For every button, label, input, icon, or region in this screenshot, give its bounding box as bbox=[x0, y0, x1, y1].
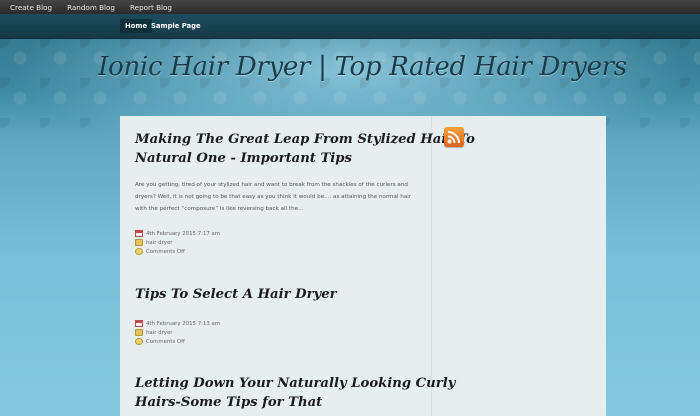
site-title[interactable]: Ionic Hair Dryer | Top Rated Hair Dryers bbox=[0, 52, 700, 82]
post-category-link[interactable]: hair dryer bbox=[146, 330, 173, 336]
calendar-icon bbox=[135, 230, 143, 237]
post-date: 4th February 2015 7:17 am bbox=[146, 230, 221, 237]
post-title[interactable]: Tips To Select A Hair Dryer bbox=[135, 285, 337, 304]
content-area: Making The Great Leap From Stylized Hair… bbox=[120, 116, 606, 416]
post-category-link[interactable]: hair dryer bbox=[146, 240, 173, 246]
post-title-continued[interactable]: Natural One - Important Tips bbox=[135, 149, 352, 168]
post-list: Making The Great Leap From Stylized Hair… bbox=[120, 116, 475, 416]
main-navigation: Home Sample Page bbox=[0, 14, 700, 39]
post-meta: 4th February 2015 7:17 am hair dryer Com… bbox=[135, 229, 220, 256]
rss-feed-icon[interactable] bbox=[444, 127, 464, 147]
post-excerpt: Are you getting, tired of your stylized … bbox=[135, 182, 412, 212]
admin-bar: Create Blog Random Blog Report Blog bbox=[0, 0, 700, 14]
rss-glyph bbox=[447, 131, 460, 144]
folder-icon bbox=[135, 239, 143, 246]
sidebar bbox=[432, 116, 606, 416]
post-title[interactable]: Letting Down Your Naturally Looking Curl… bbox=[135, 374, 455, 393]
post-title-continued[interactable]: Hairs-Some Tips for That bbox=[135, 393, 322, 412]
post-comments: Comments Off bbox=[146, 338, 185, 345]
comment-icon bbox=[135, 338, 143, 345]
report-blog-link[interactable]: Report Blog bbox=[130, 3, 172, 12]
post-title[interactable]: Making The Great Leap From Stylized Hair… bbox=[135, 130, 475, 149]
folder-icon bbox=[135, 329, 143, 336]
comment-icon bbox=[135, 248, 143, 255]
nav-sample-page[interactable]: Sample Page bbox=[146, 19, 206, 33]
calendar-icon bbox=[135, 320, 143, 327]
post-comments: Comments Off bbox=[146, 248, 185, 255]
post-meta: 4th February 2015 7:13 am hair dryer Com… bbox=[135, 319, 220, 346]
post-date: 4th February 2015 7:13 am bbox=[146, 320, 221, 327]
create-blog-link[interactable]: Create Blog bbox=[10, 3, 52, 12]
random-blog-link[interactable]: Random Blog bbox=[67, 3, 115, 12]
